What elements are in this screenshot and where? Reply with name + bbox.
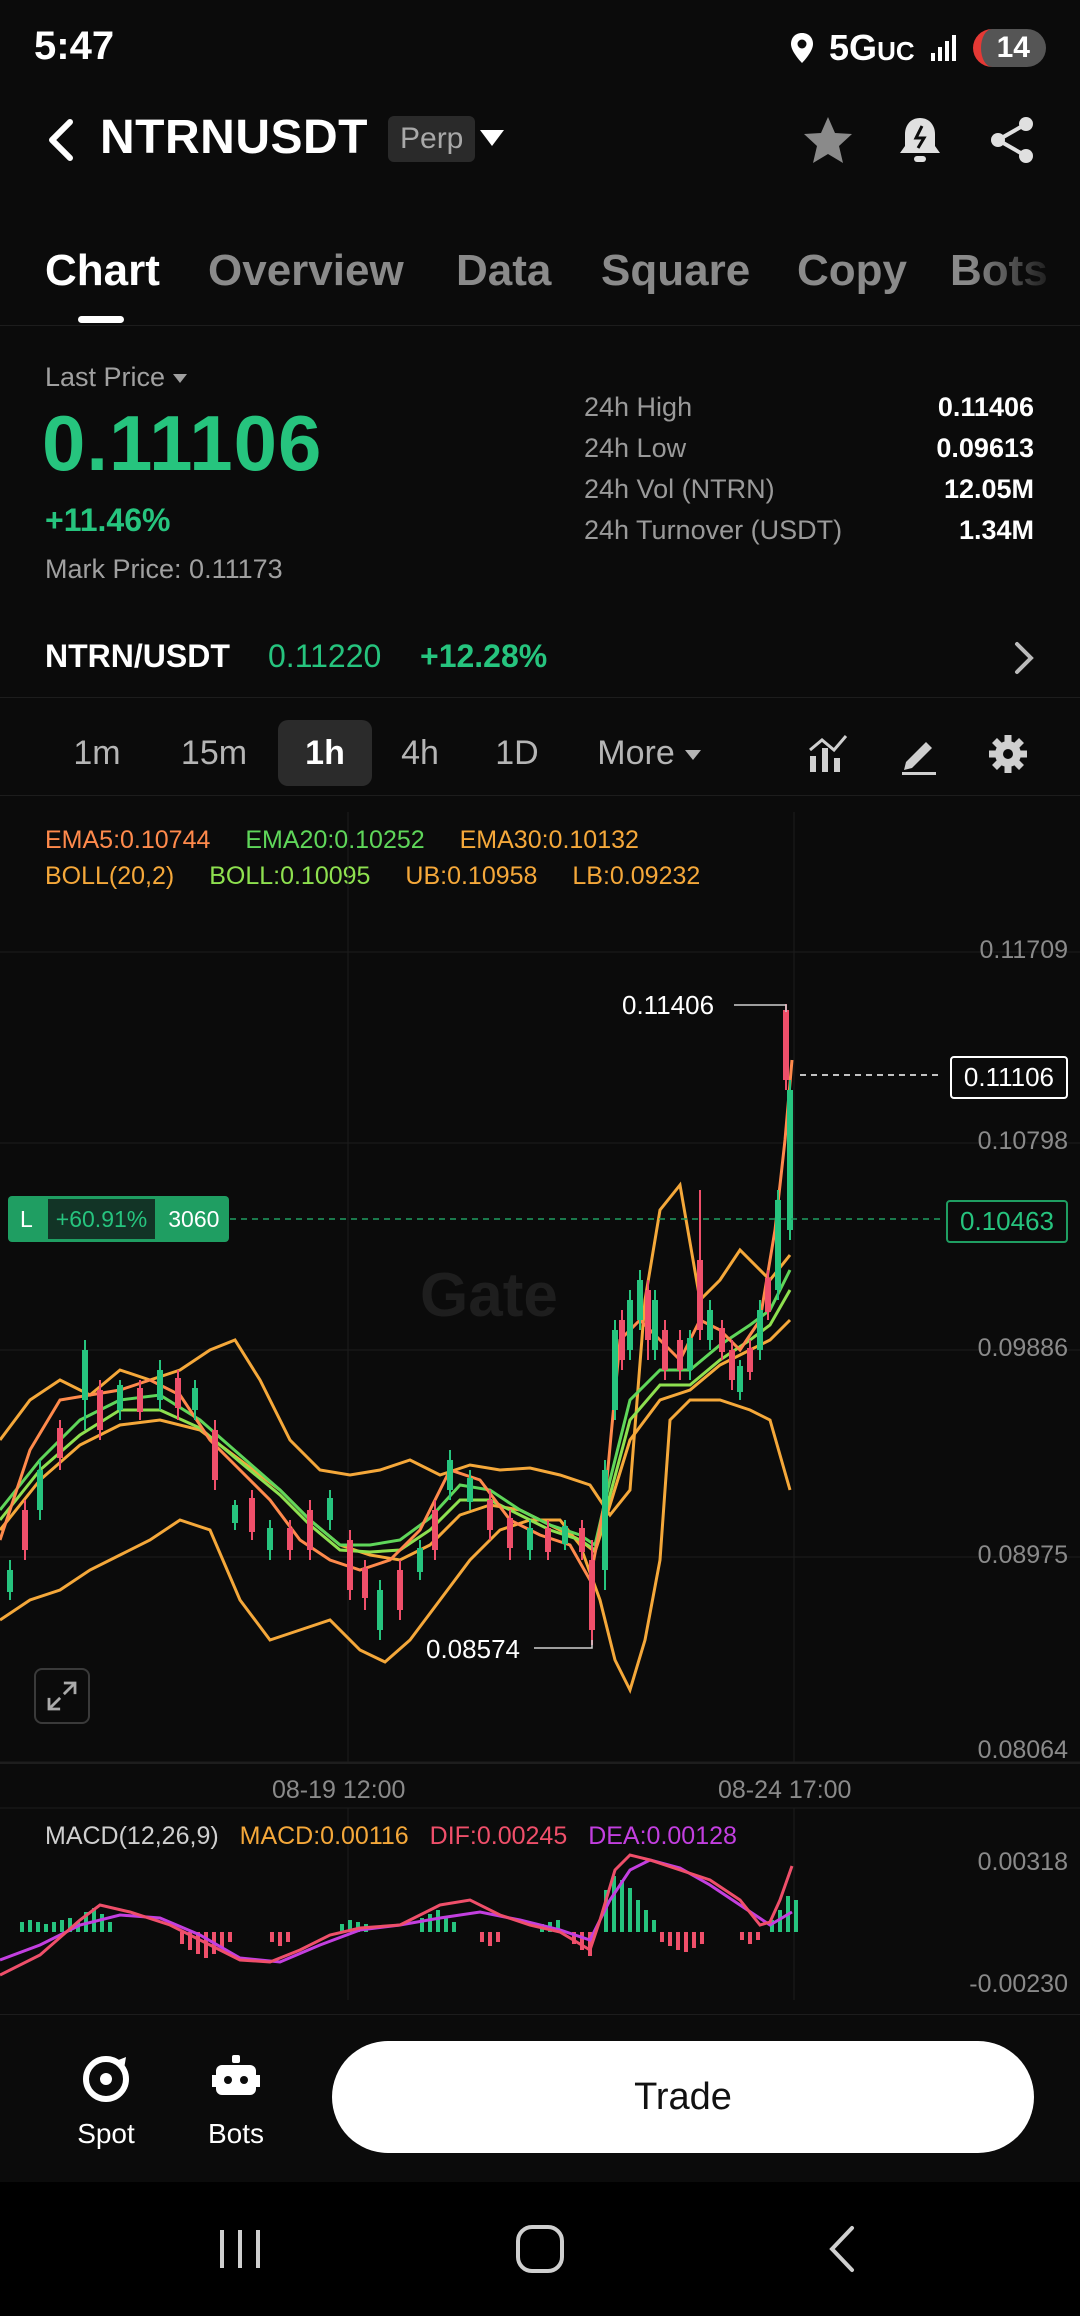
system-back-icon[interactable]: [814, 2222, 874, 2276]
network-label: 5GUC: [829, 27, 915, 68]
low-price-label: 0.08574: [426, 1634, 520, 1664]
interval-1h[interactable]: 1h: [278, 720, 372, 786]
caret-down-icon: [173, 374, 188, 384]
tabs-fade: [970, 236, 1080, 316]
status-indicators: 5GUC 14: [789, 24, 1046, 72]
recent-apps-icon[interactable]: [210, 2222, 270, 2276]
spot-change: +12.28%: [420, 638, 548, 674]
indicators-icon[interactable]: [806, 732, 850, 776]
last-price-selector[interactable]: Last Price: [45, 362, 188, 393]
interval-1m[interactable]: 1m: [52, 720, 142, 786]
fullscreen-expand-icon[interactable]: [34, 1668, 90, 1724]
price-alert-icon[interactable]: [892, 112, 948, 168]
spot-shortcut[interactable]: Spot: [56, 2053, 156, 2150]
tab-copy[interactable]: Copy: [797, 246, 907, 296]
boll-mid-line: [0, 1289, 792, 1554]
macd-y-axis-label: 0.00318: [977, 1848, 1068, 1876]
pair-dropdown-icon[interactable]: [478, 128, 506, 148]
interval-more[interactable]: More: [584, 720, 714, 786]
bottom-action-bar: Spot Bots Trade: [0, 2014, 1080, 2182]
spot-icon: [83, 2056, 129, 2102]
ema5-line: [0, 1059, 794, 1585]
dea-value: DEA:0.00128: [588, 1822, 737, 1850]
macd-legend: MACD(12,26,9) MACD:0.00116 DIF:0.00245 D…: [45, 1822, 751, 1851]
location-icon: [791, 33, 814, 63]
spot-pair-row[interactable]: NTRN/USDT 0.11220 +12.28%: [0, 618, 1080, 698]
share-icon[interactable]: [984, 112, 1040, 168]
stat-24h-volume: 24h Vol (NTRN) 12.05M: [584, 474, 1034, 504]
tab-chart[interactable]: Chart: [45, 246, 160, 296]
bots-shortcut[interactable]: Bots: [186, 2053, 286, 2150]
candlestick-chart[interactable]: [0, 800, 1080, 2000]
robot-icon: [212, 2055, 260, 2095]
status-bar: 5:47 5GUC 14: [0, 0, 1080, 96]
boll-lower-line: [0, 1398, 792, 1695]
caret-down-icon: [684, 750, 701, 761]
signal-icon: [930, 35, 956, 61]
interval-4h[interactable]: 4h: [380, 720, 460, 786]
position-tag[interactable]: L +60.91% 3060: [8, 1196, 230, 1242]
y-axis-label: 0.10798: [977, 1127, 1068, 1155]
dif-value: DIF:0.00245: [429, 1822, 568, 1850]
bots-label: Bots: [207, 2118, 265, 2149]
spot-price: 0.11220: [268, 638, 382, 674]
stat-24h-turnover: 24h Turnover (USDT) 1.34M: [584, 515, 1034, 545]
high-leader-line: [734, 1004, 787, 1012]
dea-line: [0, 1858, 793, 1964]
macd-y-axis-label: -0.00230: [969, 1970, 1068, 1998]
stat-24h-low: 24h Low 0.09613: [584, 433, 1034, 463]
ema30-line: [0, 1318, 792, 1562]
system-nav-bar: [0, 2182, 1080, 2316]
low-leader-line: [534, 1640, 593, 1649]
stat-24h-high: 24h High 0.11406: [584, 392, 1034, 422]
pair-title[interactable]: NTRNUSDT: [100, 110, 368, 165]
interval-15m[interactable]: 15m: [164, 720, 264, 786]
status-time: 5:47: [34, 24, 115, 68]
mark-price: Mark Price: 0.11173: [45, 554, 283, 584]
back-icon[interactable]: [40, 114, 84, 166]
y-axis-label: 0.08064: [977, 1736, 1068, 1764]
position-size: 3060: [158, 1196, 230, 1242]
header: NTRNUSDT Perp: [0, 100, 1080, 180]
tab-square[interactable]: Square: [601, 246, 750, 296]
drawing-pen-icon[interactable]: [896, 732, 940, 776]
y-axis-label: 0.09886: [977, 1334, 1068, 1362]
star-icon[interactable]: [800, 112, 856, 168]
interval-selector: 1m 15m 1h 4h 1D More: [0, 716, 1080, 796]
high-price-label: 0.11406: [622, 990, 715, 1020]
macd-value: MACD:0.00116: [239, 1822, 409, 1850]
chevron-right-icon: [1015, 642, 1034, 674]
position-pnl: +60.91%: [44, 1196, 159, 1242]
active-tab-indicator: [78, 316, 124, 323]
entry-price-tag: 0.10463: [946, 1200, 1068, 1243]
page-tabs: Chart Overview Data Square Copy Bots: [0, 236, 1080, 326]
contract-type-badge: Perp: [388, 116, 476, 162]
y-axis-label: 0.11709: [979, 936, 1068, 964]
position-side: L: [8, 1196, 45, 1242]
trade-button[interactable]: Trade: [332, 2041, 1034, 2153]
settings-gear-icon[interactable]: [986, 732, 1030, 776]
tab-data[interactable]: Data: [456, 246, 551, 296]
current-price-tag: 0.11106: [949, 1056, 1068, 1099]
spot-label: Spot: [77, 2118, 135, 2149]
home-icon[interactable]: [510, 2222, 570, 2276]
macd-title: MACD(12,26,9): [45, 1822, 219, 1850]
last-price: 0.11106: [42, 399, 323, 487]
spot-pair-name: NTRN/USDT: [45, 638, 230, 674]
y-axis-label: 0.08975: [977, 1541, 1068, 1569]
x-axis-label: 08-24 17:00: [718, 1776, 852, 1804]
price-change-percent: +11.46%: [45, 502, 171, 538]
x-axis-label: 08-19 12:00: [272, 1776, 406, 1804]
tab-overview[interactable]: Overview: [208, 246, 404, 296]
battery-indicator: 14: [972, 29, 1046, 67]
interval-1d[interactable]: 1D: [476, 720, 558, 786]
